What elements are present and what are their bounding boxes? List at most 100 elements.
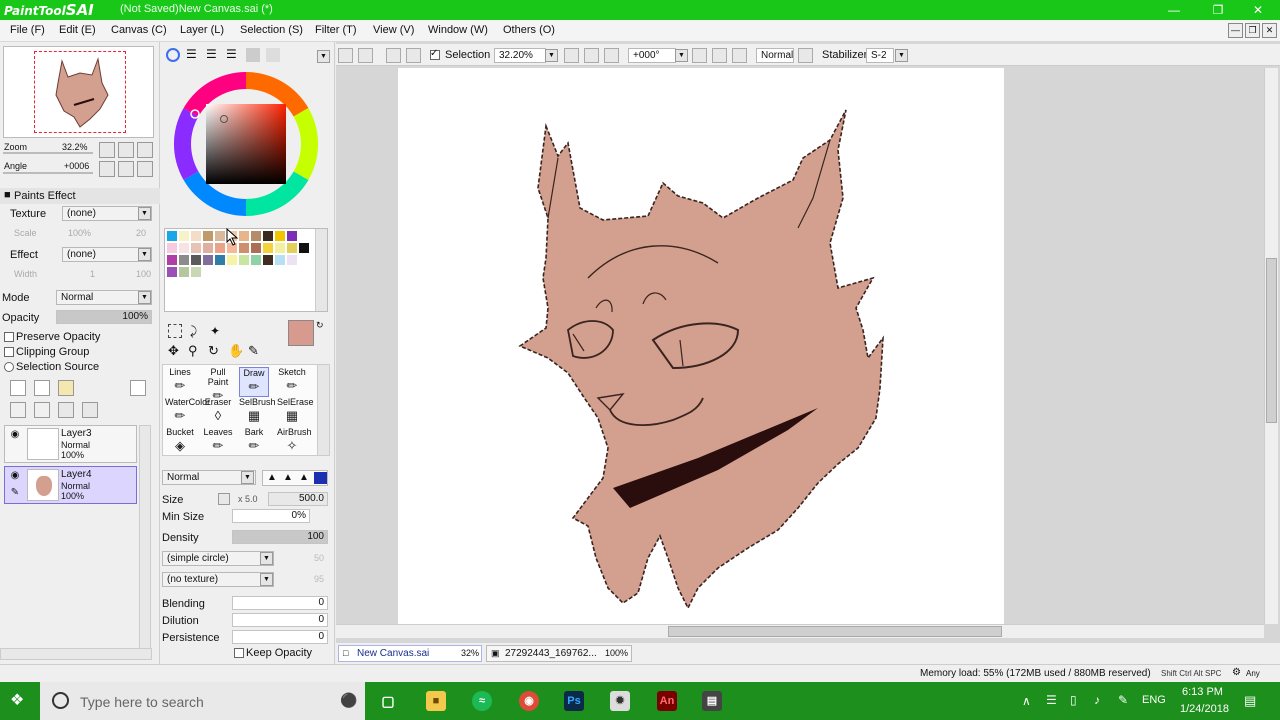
swatches-icon[interactable] — [246, 48, 260, 62]
taskbar-search[interactable]: Type here to search ⚫ — [40, 682, 365, 720]
tool-sketch[interactable]: Sketch ✏ — [277, 367, 307, 397]
layer-hscrollbar[interactable] — [0, 648, 152, 660]
paint-tool-sai-icon[interactable]: ✹ — [610, 691, 630, 711]
mdi-close-icon[interactable]: ✕ — [1262, 23, 1277, 38]
swatch[interactable] — [275, 231, 285, 241]
persistence-slider[interactable]: 0 — [232, 630, 328, 644]
eye-icon[interactable]: ◉ — [8, 429, 22, 443]
rotate-left-icon[interactable] — [99, 161, 115, 177]
menu-selection[interactable]: Selection (S) — [240, 24, 303, 36]
rotate-reset-icon[interactable] — [137, 161, 153, 177]
chevron-down-icon[interactable]: ▼ — [260, 573, 273, 586]
primary-color-swatch[interactable] — [288, 320, 314, 346]
brush-shape-select[interactable]: (simple circle) — [162, 551, 274, 566]
vscroll-thumb[interactable] — [1266, 258, 1277, 423]
menu-layer[interactable]: Layer (L) — [180, 24, 224, 36]
chevron-up-icon[interactable]: ∧ — [1022, 694, 1031, 708]
eyedropper-icon[interactable]: ✎ — [248, 344, 262, 358]
maximize-button[interactable]: ❐ — [1196, 0, 1240, 20]
app-icon[interactable]: ▤ — [702, 691, 722, 711]
language-indicator[interactable]: ENG — [1142, 694, 1166, 706]
swatch[interactable] — [275, 255, 285, 265]
brush-texture-select[interactable]: (no texture) — [162, 572, 274, 587]
tool-leaves[interactable]: Leaves ✏ — [203, 427, 233, 457]
color-wheel[interactable] — [170, 68, 322, 220]
tool-eraser[interactable]: Eraser ◊ — [203, 397, 233, 427]
rotate-right-icon[interactable] — [712, 48, 727, 63]
swatch[interactable] — [203, 231, 213, 241]
deselect-icon[interactable] — [386, 48, 401, 63]
swatch[interactable] — [191, 231, 201, 241]
spotify-icon[interactable]: ≈ — [472, 691, 492, 711]
swatch[interactable] — [167, 243, 177, 253]
mdi-minimize-icon[interactable]: — — [1228, 23, 1243, 38]
layer-scrollbar[interactable] — [139, 425, 151, 649]
menu-file[interactable]: File (F) — [10, 24, 45, 36]
tool-pull-paint[interactable]: Pull Paint ✏ — [203, 367, 233, 403]
swatch[interactable] — [179, 267, 189, 277]
invert-selection-icon[interactable] — [406, 48, 421, 63]
size-multiplier-icon[interactable] — [218, 493, 230, 505]
menu-canvas[interactable]: Canvas (C) — [111, 24, 167, 36]
swatch[interactable] — [263, 243, 273, 253]
zoom-out-icon[interactable] — [99, 142, 115, 158]
rotate-left-icon[interactable] — [692, 48, 707, 63]
swatch[interactable] — [263, 255, 273, 265]
edge-soft-icon[interactable]: ▲ — [267, 472, 277, 483]
min-size-slider[interactable]: 0% — [232, 509, 310, 523]
eye-icon[interactable]: ◉ — [8, 470, 22, 484]
edge-hard-icon[interactable]: ▲ — [299, 472, 309, 483]
edge-hardest-icon[interactable] — [314, 472, 327, 484]
menu-edit[interactable]: Edit (E) — [59, 24, 96, 36]
delete-layer-icon[interactable] — [82, 402, 98, 418]
color-mixer-icon[interactable]: ☰ — [226, 48, 240, 62]
swatch[interactable] — [191, 267, 201, 277]
swatch[interactable] — [203, 243, 213, 253]
new-layer-icon[interactable] — [10, 380, 26, 396]
swatch[interactable] — [251, 231, 261, 241]
swatch-palette[interactable] — [164, 228, 328, 312]
chevron-down-icon[interactable]: ▼ — [138, 291, 151, 304]
new-folder-icon[interactable] — [58, 380, 74, 396]
chrome-icon[interactable]: ◉ — [519, 691, 539, 711]
size-slider[interactable]: 500.0 — [268, 492, 328, 506]
density-slider[interactable]: 100 — [232, 530, 328, 544]
swatch[interactable] — [203, 255, 213, 265]
doc-tab-reference[interactable]: ▣ 27292443_169762... 100% — [486, 645, 632, 662]
swatch[interactable] — [167, 231, 177, 241]
dilution-slider[interactable]: 0 — [232, 613, 328, 627]
scratchpad-icon[interactable] — [266, 48, 280, 62]
clipping-group-checkbox[interactable] — [4, 347, 14, 357]
swatch[interactable] — [251, 243, 261, 253]
mdi-restore-icon[interactable]: ❐ — [1245, 23, 1260, 38]
edge-medium-icon[interactable]: ▲ — [283, 472, 293, 483]
rect-select-icon[interactable] — [168, 324, 182, 338]
hscroll-thumb[interactable] — [668, 626, 1002, 637]
tool-scrollbar[interactable] — [317, 365, 329, 455]
swatch[interactable] — [191, 255, 201, 265]
tool-airbrush[interactable]: AirBrush ✧ — [277, 427, 312, 457]
tool-selbrush[interactable]: SelBrush ▦ — [239, 397, 276, 427]
palette-scrollbar[interactable] — [315, 229, 327, 311]
zoom-field[interactable]: 32.20% — [494, 48, 546, 63]
zoom-out-icon[interactable] — [564, 48, 579, 63]
chevron-down-icon[interactable]: ▼ — [545, 49, 558, 62]
selection-source-checkbox[interactable] — [4, 362, 14, 372]
canvas[interactable] — [398, 68, 1004, 624]
tool-watercolor[interactable]: WaterColor ✏ — [165, 397, 210, 427]
menu-view[interactable]: View (V) — [373, 24, 414, 36]
menu-others[interactable]: Others (O) — [503, 24, 555, 36]
clear-layer-icon[interactable] — [58, 402, 74, 418]
swatch[interactable] — [215, 231, 225, 241]
zoom-in-icon[interactable] — [118, 142, 134, 158]
swatch[interactable] — [179, 255, 189, 265]
blending-slider[interactable]: 0 — [232, 596, 328, 610]
network-icon[interactable]: ☰ — [1046, 693, 1057, 707]
keep-opacity-checkbox[interactable] — [234, 648, 244, 658]
view-blend-field[interactable]: Normal — [756, 48, 794, 63]
layer-mask-icon[interactable] — [130, 380, 146, 396]
windows-start-icon[interactable]: ❖ — [10, 692, 28, 710]
swatch[interactable] — [287, 231, 297, 241]
transfer-down-icon[interactable] — [10, 402, 26, 418]
layer-row[interactable]: ◉ ✎ Layer4 Normal 100% — [4, 466, 137, 504]
